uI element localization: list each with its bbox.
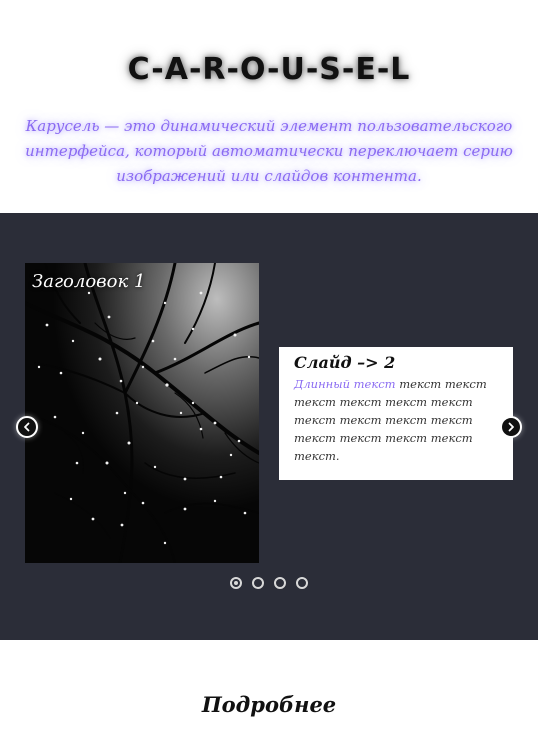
indicator-dot-1[interactable] xyxy=(230,577,242,589)
carousel: Заголовок 1 Слайд –> 2 Длинный текст тек… xyxy=(0,213,538,640)
intro-description: Карусель — это динамический элемент поль… xyxy=(25,117,513,185)
slide-heading: Заголовок 1 xyxy=(32,271,146,292)
prev-slide-button[interactable] xyxy=(16,416,38,438)
page-title: C-A-R-O-U-S-E-L xyxy=(127,52,411,87)
next-slide-button[interactable] xyxy=(500,416,522,438)
slide-title: Слайд –> 2 xyxy=(294,353,396,372)
carousel-slide-1[interactable]: Заголовок 1 xyxy=(25,263,259,563)
chevron-left-icon xyxy=(24,422,30,432)
slide-text-highlight: Длинный текст xyxy=(294,377,396,391)
indicator-dot-4[interactable] xyxy=(296,577,308,589)
indicator-dot-2[interactable] xyxy=(252,577,264,589)
indicator-dot-3[interactable] xyxy=(274,577,286,589)
carousel-slide-2[interactable]: Слайд –> 2 Длинный текст текст текст тек… xyxy=(279,347,513,480)
more-link[interactable]: Подробнее xyxy=(0,692,538,717)
chevron-right-icon xyxy=(508,422,514,432)
slide-photo xyxy=(25,263,259,563)
page-footer: Подробнее xyxy=(0,640,538,732)
page-header: C-A-R-O-U-S-E-L Карусель — это динамичес… xyxy=(0,0,538,213)
carousel-indicators xyxy=(230,577,310,591)
slide-text: Длинный текст текст текст текст текст те… xyxy=(294,375,501,465)
